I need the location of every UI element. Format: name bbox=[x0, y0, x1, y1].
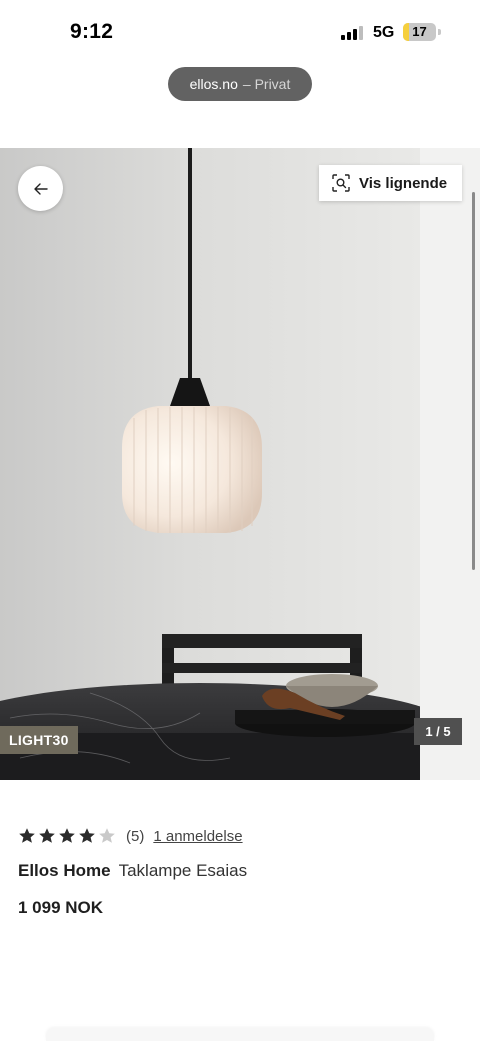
arrow-left-icon bbox=[33, 182, 48, 195]
star-icon bbox=[19, 828, 35, 843]
product-price: 1 099 NOK bbox=[18, 898, 104, 917]
next-image-peek bbox=[420, 148, 480, 780]
product-image-gallery[interactable]: Vis lignende LIGHT30 1 / 5 bbox=[0, 148, 480, 780]
promo-code-badge: LIGHT30 bbox=[0, 726, 78, 754]
star-icon bbox=[59, 828, 75, 843]
visual-search-icon bbox=[332, 174, 350, 192]
private-mode-label: – Privat bbox=[242, 76, 291, 92]
battery-icon: 17 bbox=[403, 23, 436, 41]
status-bar: 9:12 5G 17 bbox=[0, 0, 480, 66]
url-pill[interactable]: ellos.no – Privat bbox=[168, 67, 312, 101]
image-counter: 1 / 5 bbox=[414, 718, 462, 745]
battery-tip bbox=[438, 29, 441, 35]
review-count: (5) bbox=[126, 827, 145, 845]
status-time: 9:12 bbox=[70, 20, 114, 43]
star-icon bbox=[99, 828, 115, 843]
show-similar-button[interactable]: Vis lignende bbox=[319, 165, 462, 201]
reviews-link[interactable]: 1 anmeldelse bbox=[153, 828, 242, 845]
battery-level: 17 bbox=[412, 24, 427, 39]
network-type: 5G bbox=[373, 24, 395, 41]
star-icon bbox=[79, 828, 95, 843]
back-button[interactable] bbox=[18, 166, 63, 211]
bottom-sheet-edge bbox=[46, 1028, 434, 1041]
product-name: Taklampe Esaias bbox=[118, 861, 248, 880]
scroll-indicator[interactable] bbox=[472, 192, 475, 570]
star-icon bbox=[39, 828, 55, 843]
star-rating bbox=[18, 827, 116, 845]
rating-row[interactable]: (5) 1 anmeldelse bbox=[18, 825, 243, 847]
cellular-signal-icon bbox=[341, 26, 363, 40]
show-similar-label: Vis lignende bbox=[359, 174, 448, 192]
product-image bbox=[0, 148, 420, 780]
product-title: Ellos Home Taklampe Esaias bbox=[18, 861, 247, 881]
product-brand: Ellos Home bbox=[18, 861, 111, 880]
url-domain: ellos.no bbox=[189, 76, 238, 92]
